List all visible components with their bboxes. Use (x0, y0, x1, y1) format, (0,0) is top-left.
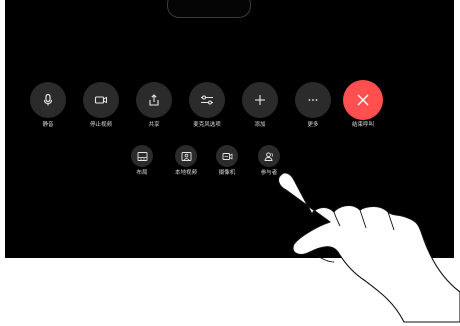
share-circle[interactable] (136, 82, 172, 118)
self-view-label: 本地视频 (174, 170, 198, 176)
sliders-icon (201, 95, 213, 105)
layout-icon (137, 151, 147, 161)
mute-label: 静音 (42, 122, 54, 128)
more-dots-icon (308, 99, 318, 101)
top-handle[interactable] (167, 0, 251, 18)
plus-icon (255, 95, 265, 105)
stop-video-circle[interactable] (83, 82, 119, 118)
call-screen: 静音 停止视频 共享 麦克风选项 添加 更多 结束呼叫 布局 本地视频 摄像机 … (5, 0, 454, 258)
layout-circle[interactable] (131, 145, 153, 167)
more-circle[interactable] (295, 82, 331, 118)
camera-circle[interactable] (216, 145, 238, 167)
self-view-circle[interactable] (175, 145, 197, 167)
participants-label: 参与者 (260, 170, 278, 176)
self-view-icon (181, 151, 191, 161)
participants-circle[interactable] (258, 145, 280, 167)
participants-icon (263, 151, 273, 161)
stop-video-label: 停止视频 (89, 122, 113, 128)
more-label: 更多 (307, 122, 319, 128)
add-circle[interactable] (242, 82, 278, 118)
mute-circle[interactable] (30, 82, 66, 118)
layout-label: 布局 (136, 170, 148, 176)
mic-options-circle[interactable] (189, 82, 225, 118)
mic-options-label: 麦克风选项 (193, 122, 221, 128)
end-call-label: 结束呼叫 (351, 122, 375, 128)
camera-control-icon (222, 152, 232, 160)
add-label: 添加 (254, 122, 266, 128)
share-label: 共享 (148, 122, 160, 128)
video-camera-icon (94, 96, 107, 104)
end-call-circle[interactable] (343, 80, 383, 120)
share-icon (149, 94, 159, 106)
end-call-x-icon (357, 94, 369, 106)
camera-label: 摄像机 (218, 170, 236, 176)
microphone-icon (43, 93, 53, 106)
